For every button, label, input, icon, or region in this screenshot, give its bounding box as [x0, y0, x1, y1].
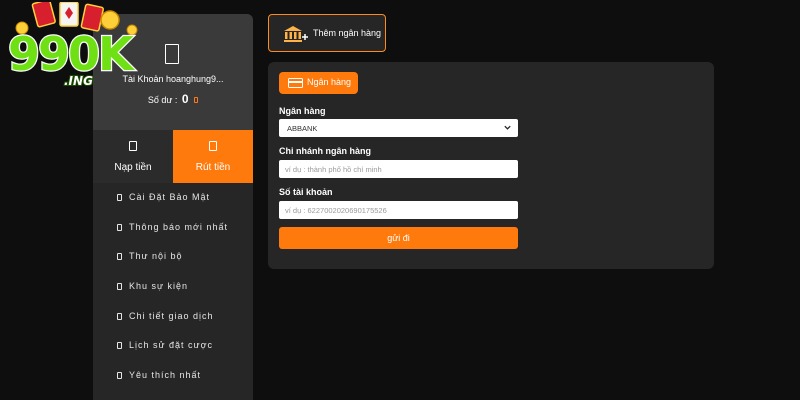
bank-form-panel: Ngân hàng Ngân hàng ABBANK Chi nhánh ngâ… [268, 62, 714, 269]
branch-field-label: Chi nhánh ngân hàng [279, 146, 371, 156]
tab-deposit-label: Nạp tiền [114, 162, 152, 173]
branch-input[interactable] [279, 160, 518, 178]
bank-select-value: ABBANK [287, 124, 318, 133]
mail-icon [117, 253, 122, 261]
menu-item-events[interactable]: Khu sự kiện [93, 272, 253, 302]
receipt-icon [117, 312, 122, 320]
bell-icon [117, 223, 122, 231]
history-icon [117, 342, 122, 350]
menu-item-favorites[interactable]: Yêu thích nhất [93, 361, 253, 391]
menu-item-security[interactable]: Cài Đặt Bảo Mật [93, 183, 253, 213]
menu-item-bet-history[interactable]: Lịch sử đặt cược [93, 331, 253, 361]
menu-item-label: Lịch sử đặt cược [129, 340, 213, 351]
add-bank-button[interactable]: Thêm ngân hàng [268, 14, 386, 52]
bank-tab-chip[interactable]: Ngân hàng [279, 72, 358, 94]
tab-withdraw[interactable]: Rút tiền [173, 130, 253, 183]
account-icon [165, 44, 179, 64]
balance-value: 0 [181, 92, 189, 106]
balance-label: Số dư : [147, 95, 178, 105]
heart-icon [117, 372, 122, 380]
menu-item-label: Thư nội bộ [129, 251, 183, 262]
bank-tab-label: Ngân hàng [307, 77, 352, 87]
menu-item-label: Cài Đặt Bảo Mật [129, 192, 211, 202]
menu-item-notifications[interactable]: Thông báo mới nhất [93, 213, 253, 243]
card-icon [288, 78, 303, 88]
lock-icon [117, 194, 122, 201]
bank-select[interactable]: ABBANK [279, 119, 518, 137]
wallet-tabs: Nạp tiền Rút tiền [93, 130, 253, 183]
bank-field-label: Ngân hàng [279, 106, 326, 116]
mobile-icon [129, 141, 137, 151]
add-bank-label: Thêm ngân hàng [313, 28, 382, 38]
menu-item-inbox[interactable]: Thư nội bộ [93, 242, 253, 272]
logo-suffix: .ING [64, 74, 93, 88]
tab-deposit[interactable]: Nạp tiền [93, 130, 173, 183]
menu-item-transactions[interactable]: Chi tiết giao dịch [93, 302, 253, 332]
mobile-icon [209, 141, 217, 151]
account-menu: Cài Đặt Bảo Mật Thông báo mới nhất Thư n… [93, 183, 253, 391]
bank-add-icon [284, 26, 308, 42]
balance-row: Số dư : 0 [93, 92, 253, 106]
account-number-label: Số tài khoản [279, 187, 333, 197]
tab-withdraw-label: Rút tiền [195, 162, 231, 173]
refresh-icon[interactable] [194, 97, 199, 103]
logo-wordmark: 990K [8, 27, 136, 81]
submit-button[interactable]: gửi đi [279, 227, 518, 249]
brand-logo: 990K .ING [7, 2, 139, 88]
account-number-input[interactable] [279, 201, 518, 219]
menu-item-label: Chi tiết giao dịch [129, 310, 214, 321]
menu-item-label: Yêu thích nhất [129, 370, 202, 381]
menu-item-label: Thông báo mới nhất [129, 221, 228, 232]
chevron-down-icon [504, 125, 511, 130]
gift-icon [117, 283, 122, 291]
page: 990K .ING Tài Khoản hoanghung9... Số dư … [0, 0, 800, 400]
menu-item-label: Khu sự kiện [129, 281, 189, 292]
